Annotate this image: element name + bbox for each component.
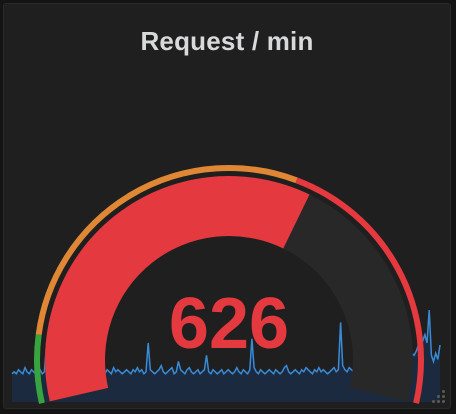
resize-handle[interactable]	[431, 389, 447, 405]
threshold-arc-0	[34, 334, 45, 404]
gauge-chart: 626	[11, 165, 441, 404]
gauge-panel[interactable]: Request / min 626	[3, 3, 451, 409]
gauge-value: 626	[169, 284, 289, 364]
